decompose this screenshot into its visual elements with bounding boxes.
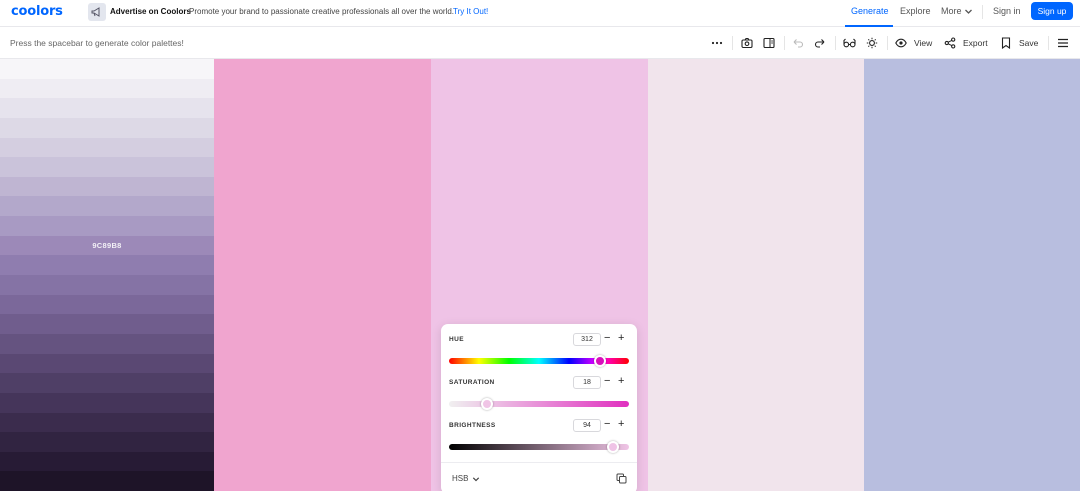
view-button[interactable]: View (895, 37, 932, 49)
ad-title: Advertise on Coolors (110, 7, 191, 16)
shade-swatch[interactable] (0, 314, 214, 334)
eye-icon (895, 38, 907, 48)
shade-swatch[interactable] (0, 59, 214, 79)
color-mode-select[interactable]: HSB (452, 474, 480, 483)
screenshot-button[interactable] (741, 37, 753, 49)
shade-swatch[interactable] (0, 275, 214, 295)
copy-icon[interactable] (616, 473, 627, 484)
adjust-palette-button[interactable] (866, 37, 878, 49)
shade-swatch[interactable] (0, 392, 214, 413)
saturation-label: SATURATION (449, 379, 495, 386)
shade-swatch[interactable] (0, 98, 214, 118)
hue-increment-button[interactable]: + (618, 333, 624, 344)
shade-swatch[interactable] (0, 137, 214, 158)
toolbar-divider (835, 36, 836, 50)
ad-link[interactable]: Try It Out! (453, 7, 488, 16)
shade-swatch[interactable] (0, 373, 214, 393)
share-icon (944, 37, 956, 49)
toolbar-divider (784, 36, 785, 50)
shade-swatch[interactable] (0, 117, 214, 138)
shade-swatch[interactable] (0, 353, 214, 374)
camera-icon (741, 37, 753, 49)
palette-color-column[interactable] (648, 59, 864, 491)
panel-divider (441, 462, 637, 463)
shade-swatch[interactable] (0, 255, 214, 276)
spacebar-hint: Press the spacebar to generate color pal… (10, 38, 184, 48)
sign-in-link[interactable]: Sign in (993, 6, 1021, 16)
shades-list (0, 59, 214, 491)
sign-up-button[interactable]: Sign up (1031, 2, 1073, 20)
shade-swatch[interactable] (0, 294, 214, 315)
glasses-icon (843, 38, 856, 48)
save-label: Save (1019, 38, 1039, 48)
brightness-slider[interactable] (449, 444, 629, 450)
toolbar-divider (732, 36, 733, 50)
menu-button[interactable] (1057, 37, 1069, 49)
shade-swatch[interactable] (0, 196, 214, 217)
hamburger-menu-icon (1058, 38, 1068, 48)
more-options-button[interactable] (711, 37, 723, 49)
top-nav: coolors Advertise on Coolors Promote you… (0, 0, 1080, 27)
shade-swatch[interactable] (0, 412, 214, 433)
shade-swatch[interactable] (0, 471, 214, 491)
shade-swatch[interactable] (0, 216, 214, 236)
nav-generate[interactable]: Generate (851, 6, 889, 16)
saturation-decrement-button[interactable]: − (604, 376, 610, 387)
sun-icon (866, 37, 878, 49)
saturation-input[interactable]: 18 (573, 376, 601, 389)
redo-button[interactable] (814, 37, 826, 49)
undo-button[interactable] (792, 37, 804, 49)
color-blindness-button[interactable] (843, 37, 856, 49)
shade-swatch[interactable] (0, 451, 214, 472)
palette-color-column[interactable] (864, 59, 1080, 491)
export-button[interactable]: Export (944, 37, 988, 49)
toolbar-divider (887, 36, 888, 50)
nav-more[interactable]: More (941, 6, 962, 16)
chevron-down-icon (473, 476, 480, 481)
palette-color-column[interactable] (214, 59, 431, 491)
export-label: Export (963, 38, 988, 48)
hsb-panel: HUE 312 − + SATURATION 18 − + BRIGHTNESS… (441, 324, 637, 491)
megaphone-icon (88, 3, 106, 21)
brightness-decrement-button[interactable]: − (604, 419, 610, 430)
color-mode-label: HSB (452, 474, 469, 483)
ad-text: Promote your brand to passionate creativ… (189, 7, 455, 16)
shade-swatch[interactable] (0, 333, 214, 354)
nav-divider (982, 5, 983, 19)
view-panel-button[interactable] (763, 37, 775, 49)
nav-active-indicator (845, 25, 893, 27)
toolbar: Press the spacebar to generate color pal… (0, 28, 1080, 59)
brightness-input[interactable]: 94 (573, 419, 601, 432)
toolbar-divider (1048, 36, 1049, 50)
more-horizontal-icon (711, 41, 723, 45)
save-button[interactable]: Save (1000, 37, 1038, 49)
shade-swatch[interactable] (0, 432, 214, 452)
shade-swatch[interactable] (0, 78, 214, 99)
redo-icon (814, 39, 825, 48)
saturation-slider-handle[interactable] (480, 398, 493, 410)
shade-swatch[interactable] (0, 157, 214, 177)
shade-swatch[interactable] (0, 176, 214, 197)
selected-shade-hex: 9C89B8 (92, 241, 122, 250)
brightness-slider-handle[interactable] (606, 441, 619, 453)
hue-label: HUE (449, 336, 464, 343)
saturation-increment-button[interactable]: + (618, 376, 624, 387)
hue-input[interactable]: 312 (573, 333, 601, 346)
brightness-label: BRIGHTNESS (449, 422, 496, 429)
brightness-increment-button[interactable]: + (618, 419, 624, 430)
saturation-slider[interactable] (449, 401, 629, 407)
nav-explore[interactable]: Explore (900, 6, 931, 16)
bookmark-icon (1001, 37, 1011, 49)
hue-slider-handle[interactable] (594, 355, 607, 367)
chevron-down-icon (965, 9, 972, 14)
sidebar-panel-icon (763, 37, 775, 49)
view-label: View (914, 38, 933, 48)
hue-decrement-button[interactable]: − (604, 333, 610, 344)
undo-icon (793, 39, 804, 48)
coolors-logo[interactable]: coolors (11, 4, 63, 19)
